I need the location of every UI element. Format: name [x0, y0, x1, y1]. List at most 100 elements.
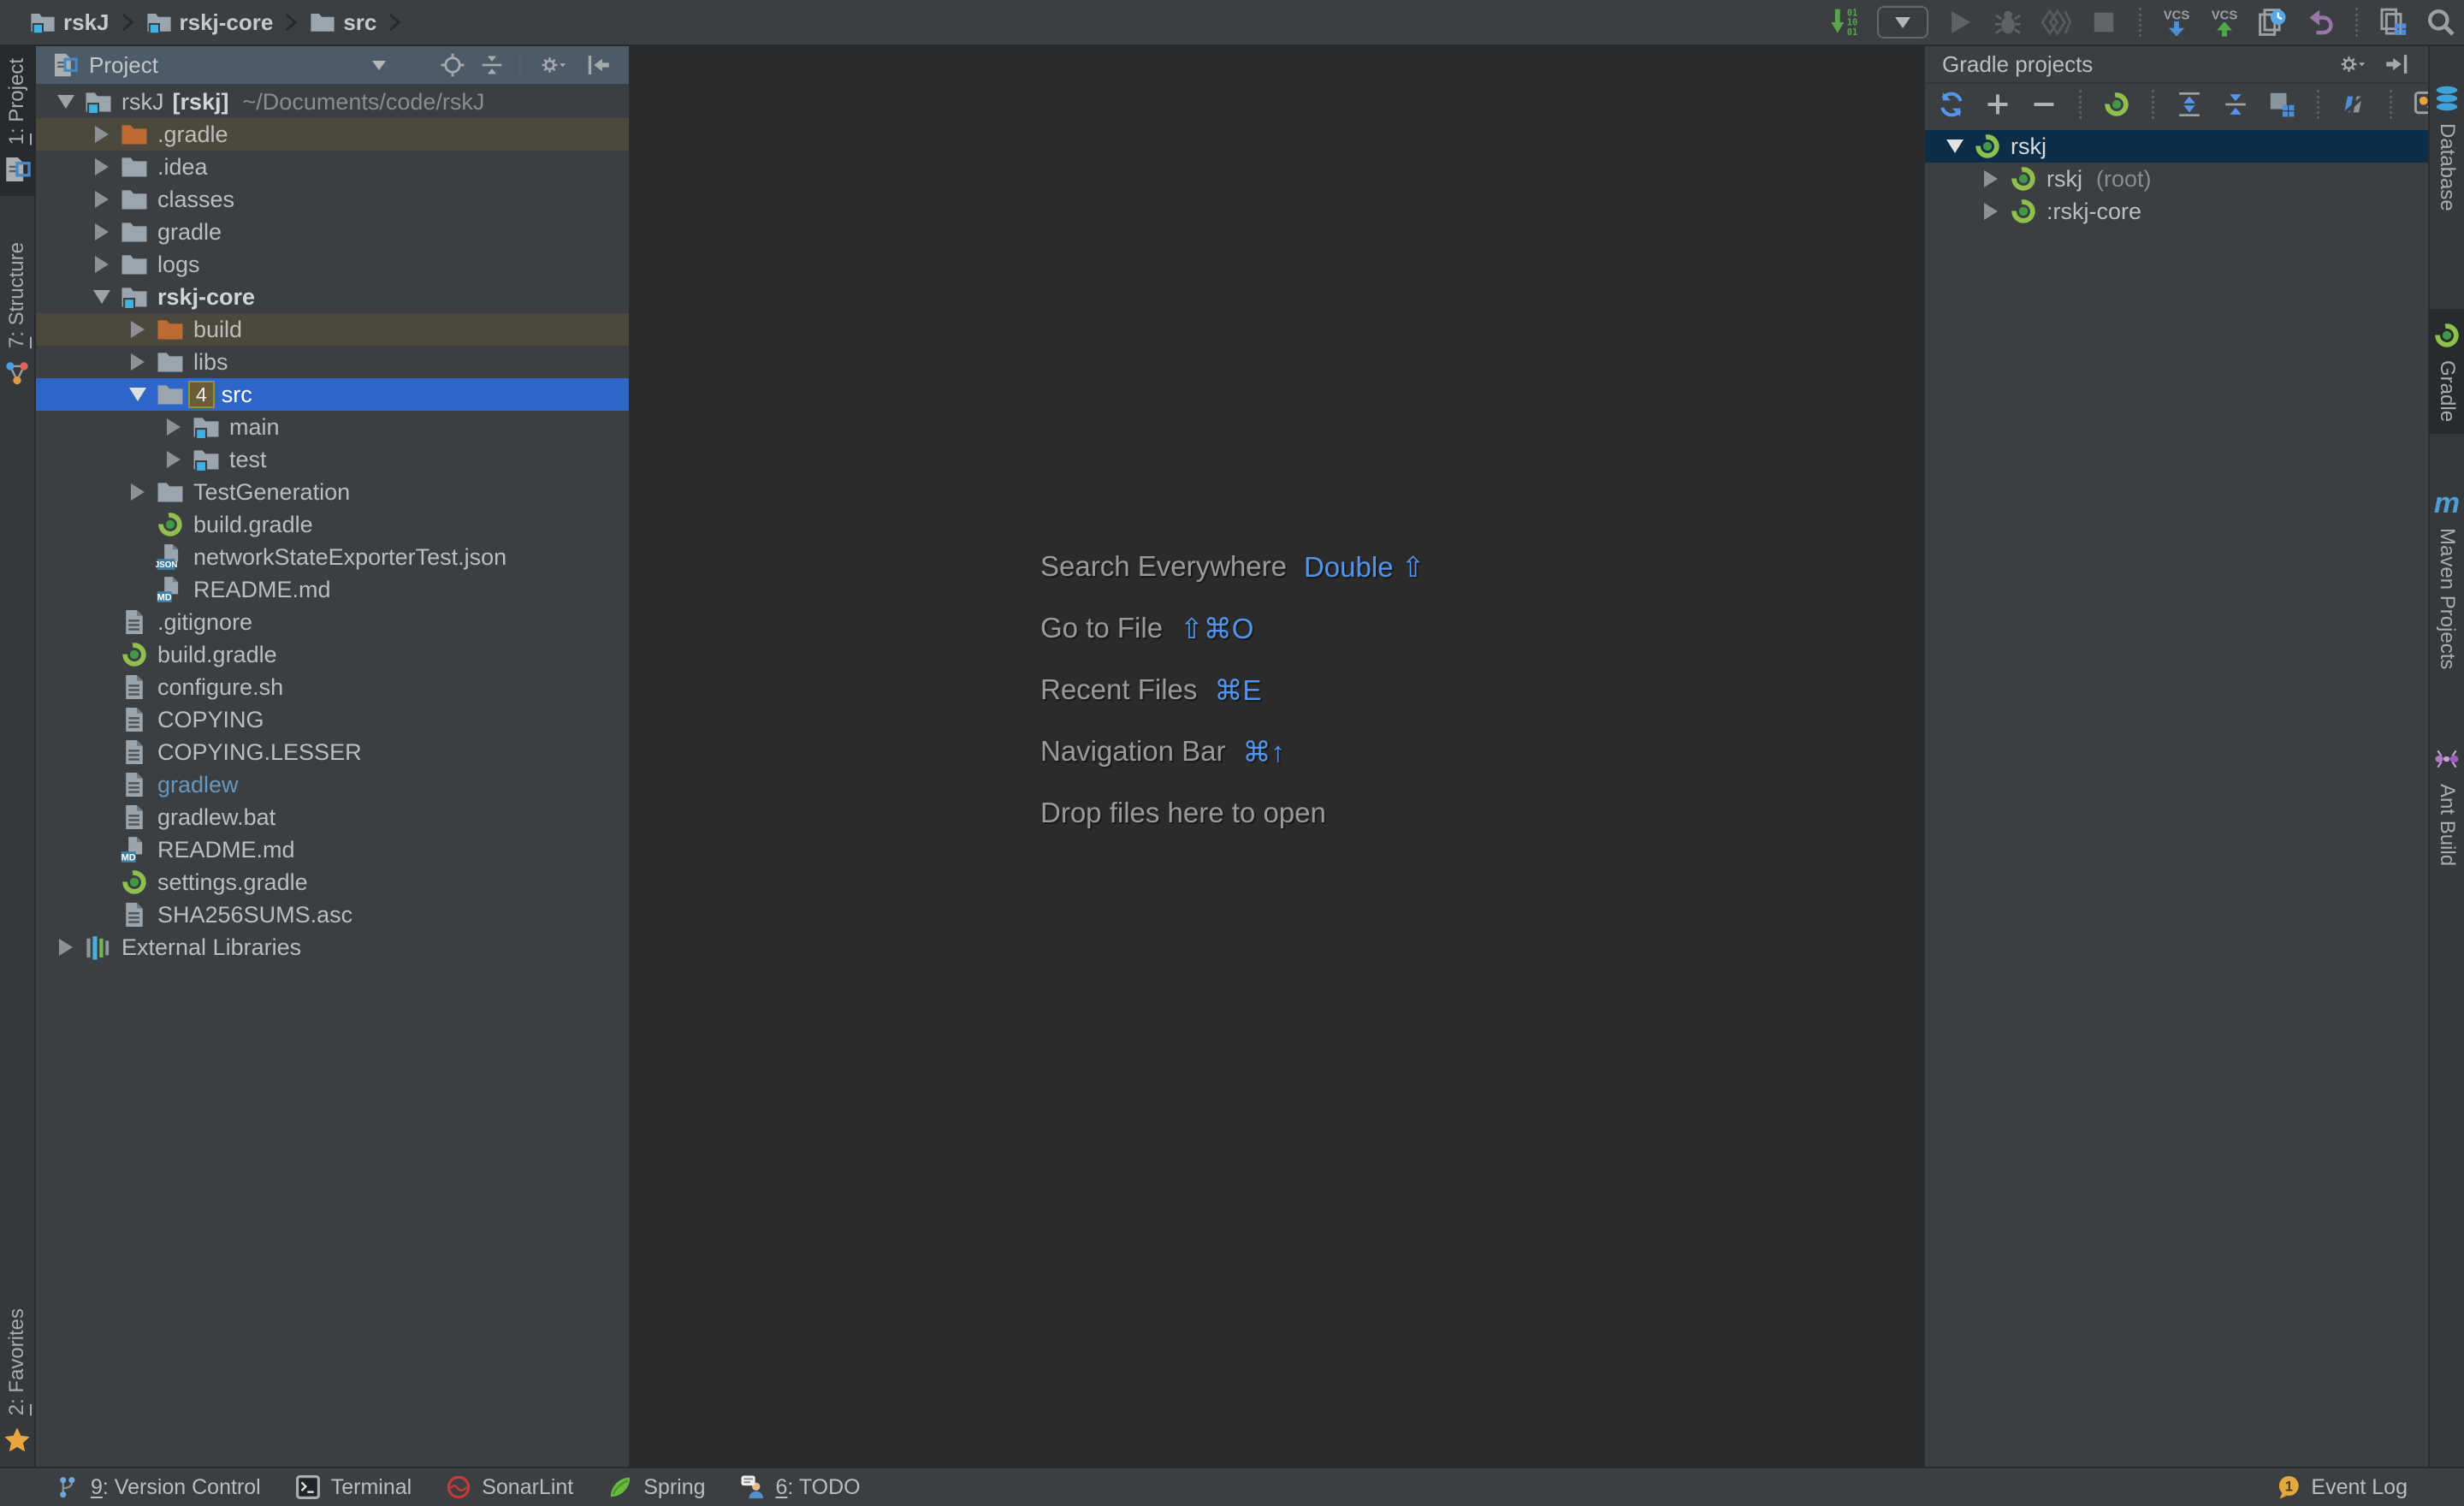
tool-button-label: Maven Projects: [2435, 528, 2459, 669]
chevron-collapsed-icon[interactable]: [120, 483, 156, 501]
project-tree-item--idea[interactable]: .idea: [36, 151, 629, 183]
chevron-collapsed-icon[interactable]: [156, 451, 192, 468]
run-config-selector[interactable]: [1877, 6, 1928, 39]
statusbar-9-version-control[interactable]: 9: Version Control: [55, 1474, 261, 1500]
gradle-tree-item--rskj-core[interactable]: :rskj-core: [1925, 195, 2428, 228]
project-gear-dropdown-icon[interactable]: [535, 51, 572, 79]
chevron-expanded-icon[interactable]: [84, 290, 120, 304]
project-tree-item-classes[interactable]: classes: [36, 183, 629, 216]
tool-stripe-button-ant-build[interactable]: Ant Build: [2429, 732, 2464, 878]
breadcrumb-item-rskJ[interactable]: rskJ: [29, 9, 110, 36]
statusbar-6-todo[interactable]: 6: TODO: [740, 1474, 861, 1500]
chevron-collapsed-icon[interactable]: [84, 256, 120, 273]
chevron-collapsed-icon[interactable]: [84, 126, 120, 143]
tool-stripe-button-2-favorites[interactable]: 2: Favorites: [0, 1296, 35, 1467]
project-tree-item-sha256sums-asc[interactable]: SHA256SUMS.asc: [36, 898, 629, 931]
project-tree-item-configure-sh[interactable]: configure.sh: [36, 671, 629, 703]
gradle-refresh-button[interactable]: [1937, 90, 1966, 119]
toolbar-separator: [2317, 90, 2319, 119]
gradle-plus-button[interactable]: [1983, 90, 2012, 119]
shortcut-label: Search Everywhere: [1040, 550, 1287, 583]
run-with-coverage-button[interactable]: [2040, 6, 2072, 39]
vcs-update-button[interactable]: VCS: [2160, 6, 2193, 39]
breadcrumb-separator-icon: [120, 9, 135, 35]
project-tree-item-rskj-core[interactable]: rskj-core: [36, 281, 629, 313]
project-view-dropdown-icon[interactable]: [372, 61, 386, 70]
project-tree-item-copying[interactable]: COPYING: [36, 703, 629, 736]
stop-button[interactable]: [2088, 6, 2120, 39]
chevron-collapsed-icon[interactable]: [120, 353, 156, 371]
project-tree-item-logs[interactable]: logs: [36, 248, 629, 281]
gradle-gear-dropdown-icon[interactable]: [2334, 50, 2372, 78]
project-collapse-all-icon[interactable]: [478, 51, 506, 79]
project-tree-item-settings-gradle[interactable]: settings.gradle: [36, 866, 629, 898]
vcs-commit-button[interactable]: VCS: [2208, 6, 2241, 39]
gradle-hide-right-icon[interactable]: [2384, 50, 2411, 78]
chevron-collapsed-icon[interactable]: [156, 418, 192, 436]
compare-structure-button[interactable]: [2377, 6, 2409, 39]
project-tree-item-rskj[interactable]: rskJ[rskj]~/Documents/code/rskJ: [36, 86, 629, 118]
project-tree-item-build-gradle[interactable]: build.gradle: [36, 508, 629, 541]
chevron-collapsed-icon[interactable]: [48, 939, 84, 956]
rollback-button[interactable]: [2304, 6, 2337, 39]
chevron-collapsed-icon[interactable]: [84, 191, 120, 208]
project-tree-item-testgeneration[interactable]: TestGeneration: [36, 476, 629, 508]
chevron-collapsed-icon[interactable]: [84, 158, 120, 175]
project-tree-item-readme-md[interactable]: MDREADME.md: [36, 573, 629, 606]
chevron-expanded-icon[interactable]: [1937, 139, 1973, 153]
tree-item-label: gradlew.bat: [157, 804, 275, 831]
breadcrumb-item-rskj-core[interactable]: rskj-core: [145, 9, 274, 36]
project-tree-item-gradlew-bat[interactable]: gradlew.bat: [36, 801, 629, 833]
project-tree-item-readme-md[interactable]: MDREADME.md: [36, 833, 629, 866]
tool-stripe-button-7-structure[interactable]: 7: Structure: [0, 230, 35, 400]
chevron-collapsed-icon[interactable]: [84, 223, 120, 240]
gradle-tree-item-rskj[interactable]: rskj: [1925, 130, 2428, 163]
statusbar-spring[interactable]: Spring: [607, 1474, 705, 1500]
project-tree-item-build[interactable]: build: [36, 313, 629, 346]
chevron-collapsed-icon[interactable]: [1973, 170, 2009, 187]
project-tree-item--gradle[interactable]: .gradle: [36, 118, 629, 151]
binary-diff-button[interactable]: 011001: [1829, 6, 1862, 39]
project-tree-item-external-libraries[interactable]: External Libraries: [36, 931, 629, 963]
tool-stripe-button-maven-projects[interactable]: mMaven Projects: [2429, 477, 2464, 681]
project-tree-item-gradle[interactable]: gradle: [36, 216, 629, 248]
chevron-expanded-icon[interactable]: [48, 95, 84, 109]
local-history-button[interactable]: [2256, 6, 2289, 39]
search-everywhere-button[interactable]: [2425, 6, 2457, 39]
file-text-icon: [120, 770, 149, 799]
gradle-attach-tasks-button[interactable]: [2267, 90, 2296, 119]
tool-stripe-button-database[interactable]: Database: [2429, 72, 2464, 223]
project-hide-left-icon[interactable]: [584, 51, 612, 79]
tool-stripe-button-1-project[interactable]: 1: Project: [0, 46, 35, 196]
chevron-collapsed-icon[interactable]: [1973, 203, 2009, 220]
project-tree-item--gitignore[interactable]: .gitignore: [36, 606, 629, 638]
project-tree-item-build-gradle[interactable]: build.gradle: [36, 638, 629, 671]
statusbar-label: Event Log: [2311, 1475, 2408, 1500]
project-locate-icon[interactable]: [439, 51, 466, 79]
statusbar-sonarlint[interactable]: SonarLint: [446, 1474, 573, 1500]
debug-button[interactable]: [1992, 6, 2024, 39]
tree-item-label: gradle: [157, 219, 222, 246]
project-tree-item-main[interactable]: main: [36, 411, 629, 443]
chevron-expanded-icon[interactable]: [120, 388, 156, 401]
project-tree-item-networkstateexportertest-json[interactable]: JSONnetworkStateExporterTest.json: [36, 541, 629, 573]
run-button[interactable]: [1944, 6, 1976, 39]
gradle-tree-item-rskj[interactable]: rskj(root): [1925, 163, 2428, 195]
folder-icon: [156, 347, 185, 376]
gradle-collapse-all2-button[interactable]: [2221, 90, 2250, 119]
gradle-gradle-button[interactable]: [2102, 90, 2131, 119]
project-tree-item-test[interactable]: test: [36, 443, 629, 476]
project-tree-item-libs[interactable]: libs: [36, 346, 629, 378]
project-tree-item-gradlew[interactable]: gradlew: [36, 768, 629, 801]
project-tree-item-copying-lesser[interactable]: COPYING.LESSER: [36, 736, 629, 768]
left-tool-stripe: 1: Project 7: Structure 2: Favorites: [0, 46, 36, 1467]
gradle-expand-all-button[interactable]: [2175, 90, 2204, 119]
statusbar-terminal[interactable]: Terminal: [295, 1474, 412, 1500]
breadcrumb-item-src[interactable]: src: [309, 9, 376, 36]
gradle-minus-button[interactable]: [2029, 90, 2058, 119]
tool-stripe-button-gradle[interactable]: Gradle: [2429, 309, 2464, 434]
gradle-offline-button[interactable]: [2340, 90, 2369, 119]
statusbar-event-log[interactable]: 1Event Log: [2275, 1474, 2408, 1500]
chevron-collapsed-icon[interactable]: [120, 321, 156, 338]
project-tree-item-src[interactable]: 4src: [36, 378, 629, 411]
